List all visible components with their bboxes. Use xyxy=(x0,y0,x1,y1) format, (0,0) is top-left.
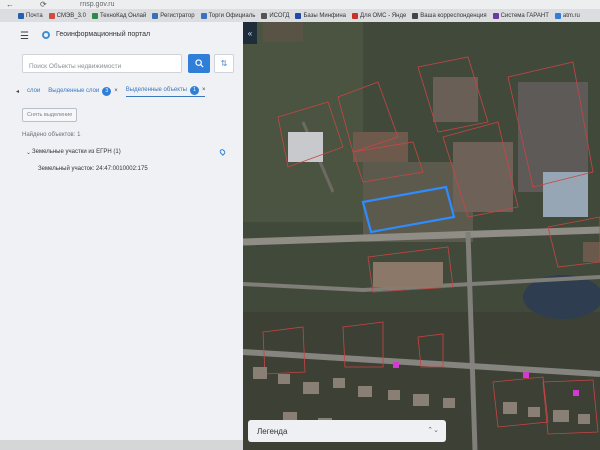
close-icon[interactable]: × xyxy=(202,87,206,93)
bookmark-label: Для ОМС - Янде xyxy=(360,12,407,19)
double-chevron-left-icon: « xyxy=(247,28,253,38)
filter-icon: ⇅ xyxy=(220,59,228,68)
search-input[interactable] xyxy=(23,58,181,75)
list-item[interactable]: Земельный участок: 24:47:0010002:175 xyxy=(38,166,148,172)
bookmark-label: Ваша корреспонденция xyxy=(420,12,487,19)
bookmark-favicon-icon xyxy=(554,12,561,19)
bookmark-favicon-icon xyxy=(295,12,302,19)
portal-logo-icon xyxy=(42,31,50,39)
bookmark-item[interactable]: ИСОГД xyxy=(261,12,290,19)
chevron-updown-icon: ⌃⌄ xyxy=(427,427,439,434)
portal-title: Геоинформационный портал xyxy=(56,31,151,38)
bookmarks-bar: Почта СМЭВ_3.0 ТехноКад Онлай Регистратор То… xyxy=(0,9,600,22)
bookmark-label: Торги Официаль xyxy=(208,12,256,19)
tab-1[interactable]: Выделенные слои 3 × xyxy=(48,86,118,96)
filter-button[interactable]: ⇅ xyxy=(214,54,234,73)
tab-label: Выделенные объекты xyxy=(125,87,187,93)
bookmark-item[interactable]: Регистратор xyxy=(152,12,195,19)
bookmark-favicon-icon xyxy=(352,12,358,19)
locate-pin-icon[interactable] xyxy=(218,148,227,156)
bookmark-item[interactable]: ТехноКад Онлай xyxy=(91,12,147,19)
chevron-down-icon[interactable]: ⌄ xyxy=(26,149,31,156)
browser-chrome: ← ⟳ rnsp.gov.ru Почта СМЭВ_3.0 ТехноКад Он… xyxy=(0,0,600,22)
tab-count-badge: 3 xyxy=(102,86,112,96)
tab-label: слои xyxy=(27,88,41,94)
tab-0[interactable]: слои xyxy=(27,88,40,94)
search-icon xyxy=(194,59,204,68)
collapse-panel-button[interactable]: « xyxy=(243,22,257,44)
bookmark-favicon-icon xyxy=(412,12,419,19)
tabs-scroll-left-icon[interactable]: ◂ xyxy=(16,88,19,95)
bookmark-item[interactable]: atm.ru xyxy=(554,12,580,19)
close-icon[interactable]: × xyxy=(114,88,118,94)
os-taskbar xyxy=(0,440,243,450)
bookmark-favicon-icon xyxy=(492,12,499,19)
bookmark-label: Почта xyxy=(26,12,43,19)
back-button[interactable]: ← xyxy=(6,0,14,9)
bookmark-item[interactable]: Ваша корреспонденция xyxy=(412,12,487,19)
reload-button[interactable]: ⟳ xyxy=(40,0,47,9)
tab-bar: ◂ слои Выделенные слои 3 × Выделенные объект… xyxy=(16,84,238,98)
results-group-label: Земельные участки из ЕГРН (1) xyxy=(32,149,121,155)
legend-dropdown[interactable]: Легенда ⌃⌄ xyxy=(248,420,446,442)
bookmark-favicon-icon xyxy=(261,12,268,19)
bookmark-label: СМЭВ_3.0 xyxy=(56,12,86,19)
bookmark-label: atm.ru xyxy=(562,12,580,19)
bookmark-label: ИСОГД xyxy=(269,12,290,19)
bookmark-label: Система ГАРАНТ xyxy=(500,12,549,19)
app-header: ☰ Геоинформационный портал xyxy=(0,22,243,50)
tab-label: Выделенные слои xyxy=(48,88,100,94)
found-count: Найдено объектов: 1 xyxy=(22,132,81,138)
map-imagery xyxy=(243,22,600,450)
search-button[interactable] xyxy=(188,54,210,73)
satellite-map[interactable] xyxy=(243,22,600,450)
bookmark-item[interactable]: Торги Официаль xyxy=(200,12,256,19)
legend-label: Легенда xyxy=(257,426,288,436)
bookmark-label: Регистратор xyxy=(160,12,195,19)
search-box[interactable] xyxy=(22,54,182,75)
address-bar[interactable]: ← ⟳ rnsp.gov.ru xyxy=(0,0,600,9)
bookmark-label: ТехноКад Онлай xyxy=(99,12,147,19)
menu-icon[interactable]: ☰ xyxy=(20,31,29,42)
bookmark-favicon-icon xyxy=(152,12,159,19)
bookmark-favicon-icon xyxy=(18,12,24,19)
bookmark-item[interactable]: Система ГАРАНТ xyxy=(492,12,549,19)
bookmark-item[interactable]: Почта xyxy=(18,12,43,19)
bookmark-favicon-icon xyxy=(200,12,207,19)
url-text[interactable]: rnsp.gov.ru xyxy=(80,0,115,9)
bookmark-label: Базы Минфина xyxy=(303,12,346,19)
bookmark-favicon-icon xyxy=(91,12,98,19)
bookmark-item[interactable]: СМЭВ_3.0 xyxy=(48,12,86,19)
bookmark-favicon-icon xyxy=(48,12,55,19)
tab-2[interactable]: Выделенные объекты 1 × xyxy=(125,85,206,97)
results-group[interactable]: ⌄ Земельные участки из ЕГРН (1) xyxy=(26,149,121,156)
bookmark-item[interactable]: Для ОМС - Янде xyxy=(352,12,407,19)
clear-selection-button[interactable]: Снять выделение xyxy=(22,108,78,122)
tab-count-badge: 1 xyxy=(189,85,199,95)
sidebar-panel: ☰ Геоинформационный портал ⇅ ◂ слои Выдел… xyxy=(0,22,243,450)
bookmark-item[interactable]: Базы Минфина xyxy=(295,12,346,19)
